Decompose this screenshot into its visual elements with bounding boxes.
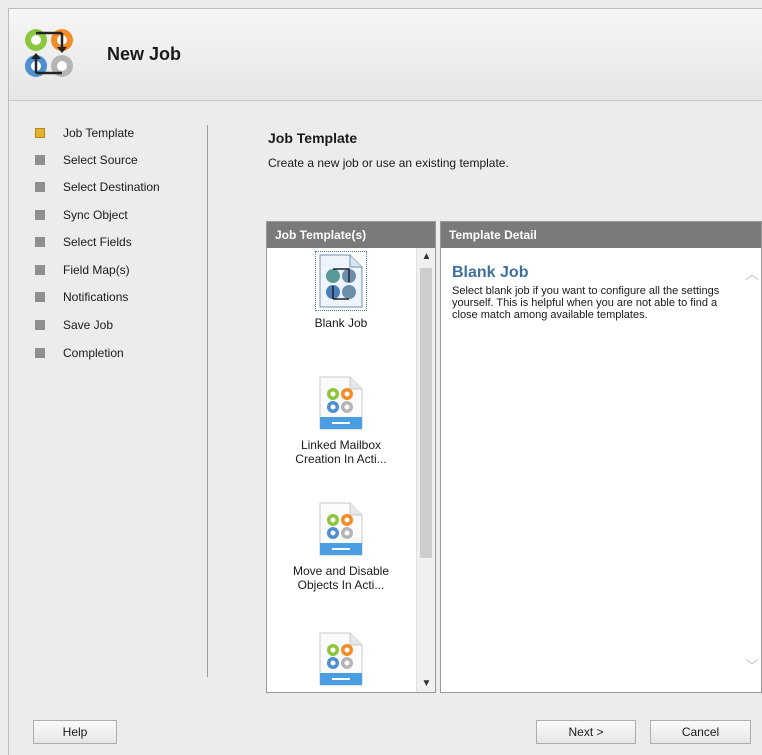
- templates-panel-header: Job Template(s): [267, 222, 435, 248]
- template-detail-body: Blank Job Select blank job if you want t…: [441, 248, 741, 692]
- job-logo-icon: [25, 29, 73, 77]
- step-bullet: [35, 182, 45, 192]
- template-document-icon: [319, 632, 363, 686]
- template-document-icon: [319, 376, 363, 430]
- nav-step-label: Job Template: [63, 126, 135, 140]
- template-label-line2: Creation In Acti...: [295, 452, 387, 466]
- template-item-blank-job[interactable]: Blank Job: [267, 251, 415, 330]
- nav-step-completion[interactable]: Completion: [35, 343, 124, 363]
- templates-list[interactable]: Blank Job Linked Mailbox Creation In Act…: [267, 248, 415, 692]
- step-bullet: [35, 155, 45, 165]
- new-job-window: New Job Job Template Select Source Selec…: [8, 8, 762, 755]
- templates-scrollbar[interactable]: ▲ ▼: [416, 248, 435, 692]
- section-description: Create a new job or use an existing temp…: [268, 156, 509, 170]
- scroll-thumb[interactable]: [420, 268, 432, 558]
- step-bullet: [35, 348, 45, 358]
- template-detail-header: Template Detail: [441, 222, 761, 248]
- step-bullet-active: [35, 128, 45, 138]
- page-title: New Job: [107, 44, 182, 64]
- template-detail-title: Blank Job: [452, 264, 529, 281]
- template-item-partial[interactable]: [267, 632, 415, 686]
- nav-step-sync-object[interactable]: Sync Object: [35, 205, 128, 225]
- nav-step-label: Field Map(s): [63, 263, 130, 277]
- section-title: Job Template: [268, 130, 358, 146]
- nav-step-label: Select Fields: [63, 235, 132, 249]
- nav-step-label: Notifications: [63, 290, 129, 304]
- nav-step-select-fields[interactable]: Select Fields: [35, 232, 132, 252]
- nav-step-select-destination[interactable]: Select Destination: [35, 177, 160, 197]
- scroll-down-arrow-icon[interactable]: ▼: [417, 675, 436, 692]
- step-bullet: [35, 210, 45, 220]
- nav-step-notifications[interactable]: Notifications: [35, 287, 128, 307]
- template-label-line1: Move and Disable: [292, 564, 390, 578]
- help-button[interactable]: Help: [33, 720, 117, 744]
- template-item-linked-mailbox[interactable]: Linked Mailbox Creation In Acti...: [267, 376, 415, 466]
- template-label-line2: Objects In Acti...: [297, 578, 385, 592]
- nav-step-label: Save Job: [63, 318, 114, 332]
- nav-step-select-source[interactable]: Select Source: [35, 150, 138, 170]
- step-bullet: [35, 320, 45, 330]
- scroll-up-arrow-icon[interactable]: ▲: [417, 248, 436, 265]
- template-label: Blank Job: [314, 316, 368, 330]
- nav-step-job-template[interactable]: Job Template: [35, 123, 134, 143]
- template-detail-text: Select blank job if you want to configur…: [452, 285, 720, 321]
- cancel-button[interactable]: Cancel: [650, 720, 751, 744]
- step-bullet: [35, 292, 45, 302]
- next-button[interactable]: Next >: [536, 720, 636, 744]
- detail-scrollbar[interactable]: ︿ ﹀: [741, 248, 761, 692]
- template-document-icon: [319, 502, 363, 556]
- template-label-line1: Linked Mailbox: [300, 438, 382, 452]
- template-item-move-and-disable[interactable]: Move and Disable Objects In Acti...: [267, 502, 415, 592]
- blank-job-icon: [315, 251, 367, 311]
- step-bullet: [35, 265, 45, 275]
- chevron-down-icon[interactable]: ﹀: [745, 659, 759, 673]
- step-bullet: [35, 237, 45, 247]
- templates-panel: Job Template(s) Blank Job Linked Mailbox…: [266, 221, 436, 693]
- nav-step-label: Select Destination: [63, 180, 160, 194]
- wizard-header: New Job: [9, 9, 762, 101]
- nav-step-save-job[interactable]: Save Job: [35, 315, 113, 335]
- nav-step-label: Sync Object: [63, 208, 128, 222]
- template-detail-panel: Template Detail Blank Job Select blank j…: [440, 221, 762, 693]
- nav-step-label: Select Source: [63, 153, 138, 167]
- nav-step-label: Completion: [63, 346, 124, 360]
- nav-step-field-maps[interactable]: Field Map(s): [35, 260, 130, 280]
- chevron-up-icon[interactable]: ︿: [745, 267, 759, 281]
- nav-divider: [207, 125, 208, 677]
